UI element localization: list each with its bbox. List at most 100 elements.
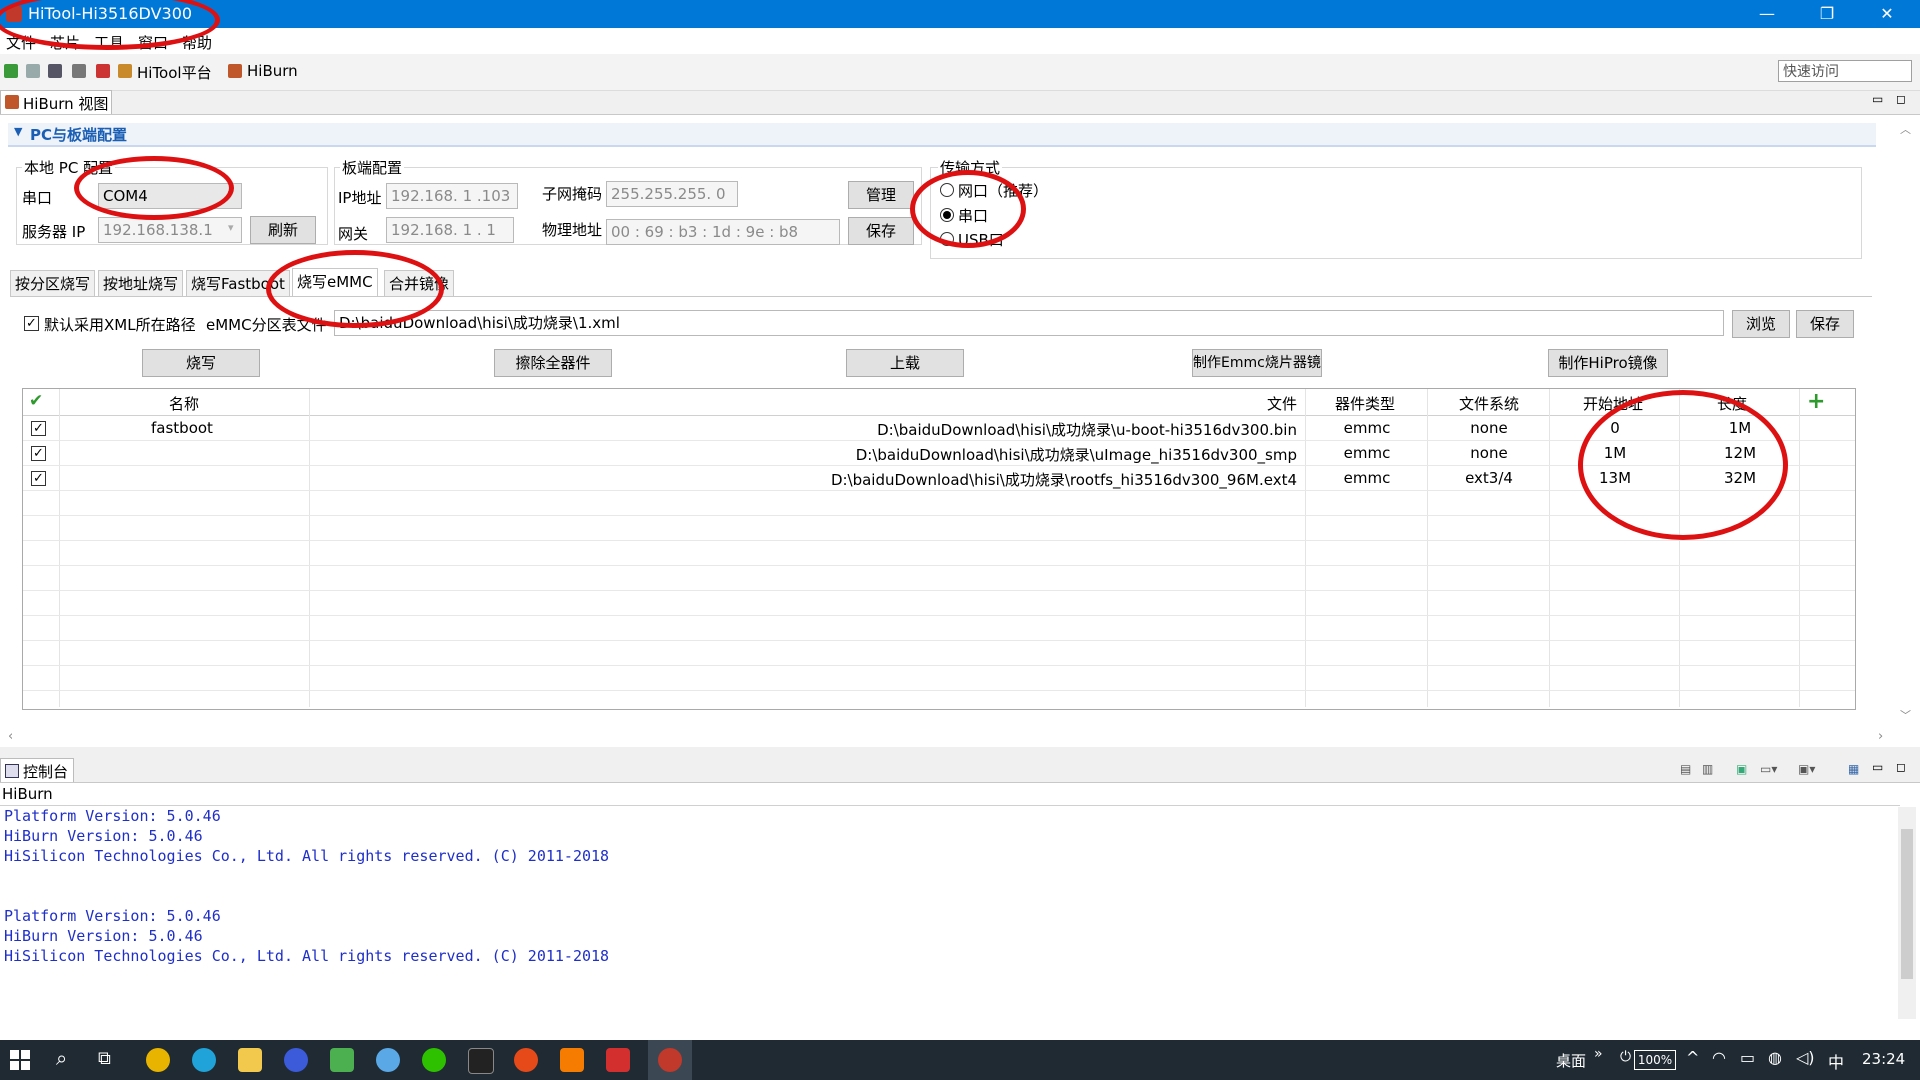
console-scrollbar[interactable]	[1898, 807, 1916, 1019]
burn-button[interactable]: 烧写	[142, 349, 260, 377]
hitool-taskbar-icon[interactable]	[658, 1048, 682, 1072]
notepad-icon[interactable]	[330, 1048, 354, 1072]
header-device[interactable]: 器件类型	[1335, 393, 1395, 414]
hitool-platform-link[interactable]: HiTool平台	[137, 62, 212, 83]
emmc-save-button[interactable]: 保存	[1796, 310, 1854, 338]
collapse-icon[interactable]: ▼	[14, 125, 22, 138]
gateway-input[interactable]: 192.168. 1 . 1	[386, 217, 514, 243]
wechat-icon[interactable]	[422, 1048, 446, 1072]
transfer-icon[interactable]	[96, 64, 110, 78]
refresh-button[interactable]: 刷新	[250, 216, 316, 244]
scroll-down-icon[interactable]: ﹀	[1900, 707, 1911, 723]
hiburn-view-tab[interactable]: HiBurn 视图	[0, 90, 112, 115]
view-maximize-icon[interactable]: ◻	[1896, 92, 1906, 106]
disconnect-icon[interactable]	[26, 64, 40, 78]
row-checkbox[interactable]: ✓	[31, 471, 46, 486]
console-scroll-thumb[interactable]	[1901, 829, 1913, 979]
tab-merge-image[interactable]: 合并镜像	[384, 270, 455, 296]
header-fs[interactable]: 文件系统	[1459, 393, 1519, 414]
manage-button[interactable]: 管理	[848, 181, 914, 209]
wps-icon[interactable]	[606, 1048, 630, 1072]
mac-input[interactable]: 00 : 69 : b3 : 1d : 9e : b8	[606, 219, 840, 245]
ime-indicator[interactable]: 中	[1828, 1049, 1844, 1073]
app-icon-red[interactable]	[514, 1048, 538, 1072]
clock[interactable]: 23:24	[1862, 1050, 1905, 1068]
radio-usb-label[interactable]: USB口	[958, 229, 1004, 250]
tab-fastboot-burn[interactable]: 烧写Fastboot	[186, 270, 290, 296]
server-ip-select[interactable]: 192.168.138.1	[98, 217, 242, 243]
make-hipro-image-button[interactable]: 制作HiPro镜像	[1548, 349, 1668, 377]
pin-console-icon[interactable]: ▣	[1736, 762, 1747, 776]
header-length[interactable]: 长度	[1717, 393, 1747, 414]
row-checkbox[interactable]: ✓	[31, 446, 46, 461]
browser-icon[interactable]	[376, 1048, 400, 1072]
minimize-button[interactable]: —	[1744, 0, 1790, 28]
edge-icon[interactable]	[192, 1048, 216, 1072]
app-icon-orange[interactable]	[560, 1048, 584, 1072]
console-area[interactable]: HiBurn Platform Version: 5.0.46 HiBurn V…	[0, 782, 1920, 1041]
make-emmc-image-button[interactable]: 制作Emmc烧片器镜像	[1192, 349, 1322, 377]
notification-app-icon[interactable]: ◍	[1768, 1048, 1782, 1067]
app-icon-blue[interactable]	[284, 1048, 308, 1072]
console-tab[interactable]: 控制台	[0, 758, 74, 783]
show-hidden-icon[interactable]: »	[1594, 1046, 1603, 1062]
header-name[interactable]: 名称	[169, 393, 199, 414]
scroll-right-icon[interactable]: ›	[1878, 729, 1883, 744]
maximize-button[interactable]: ❐	[1804, 0, 1850, 28]
battery-indicator[interactable]: 100%	[1634, 1050, 1676, 1070]
console-maximize-icon[interactable]: ◻	[1896, 760, 1906, 774]
start-icon[interactable]	[10, 1050, 30, 1070]
tab-partition-burn[interactable]: 按分区烧写	[10, 270, 96, 296]
radio-ethernet[interactable]	[940, 183, 954, 197]
close-button[interactable]: ✕	[1864, 0, 1910, 28]
radio-serial-label[interactable]: 串口	[958, 205, 988, 226]
hiburn-icon[interactable]	[228, 64, 242, 78]
file-explorer-icon[interactable]	[238, 1048, 262, 1072]
open-console-icon[interactable]: ▣▾	[1798, 762, 1815, 776]
radio-ethernet-label[interactable]: 网口（推荐）	[958, 180, 1048, 201]
menu-window[interactable]: 窗口	[138, 32, 168, 53]
console-minimize-icon[interactable]: ▭	[1872, 760, 1883, 774]
scroll-lock-icon[interactable]: ▥	[1702, 762, 1713, 776]
board-save-button[interactable]: 保存	[848, 217, 914, 245]
wifi-icon[interactable]: ◠	[1712, 1048, 1726, 1067]
view-minimize-icon[interactable]: ▭	[1872, 92, 1883, 106]
chip-icon[interactable]	[48, 64, 62, 78]
hiburn-link[interactable]: HiBurn	[247, 62, 298, 80]
radio-usb[interactable]	[940, 232, 954, 246]
display-console-icon[interactable]: ▭▾	[1760, 762, 1777, 776]
header-start[interactable]: 开始地址	[1583, 393, 1643, 414]
menu-file[interactable]: 文件	[6, 32, 36, 53]
battery-icon[interactable]: ▭	[1740, 1048, 1755, 1067]
terminal-icon[interactable]	[468, 1048, 494, 1074]
emmc-table-path-input[interactable]: D:\baiduDownload\hisi\成功烧录\1.xml	[334, 310, 1724, 336]
active-app-slot[interactable]	[648, 1040, 692, 1080]
serial-select[interactable]: COM4	[98, 183, 242, 209]
erase-all-button[interactable]: 擦除全器件	[494, 349, 612, 377]
tab-address-burn[interactable]: 按地址烧写	[98, 270, 184, 296]
radio-serial[interactable]	[940, 208, 954, 222]
scroll-left-icon[interactable]: ‹	[8, 729, 13, 744]
menu-tools[interactable]: 工具	[94, 32, 124, 53]
menu-chip[interactable]: 芯片	[50, 32, 80, 53]
quick-access-input[interactable]: 快速访问	[1778, 60, 1912, 82]
xml-path-checkbox[interactable]: ✓	[24, 316, 39, 331]
upload-button[interactable]: 上载	[846, 349, 964, 377]
connect-icon[interactable]	[4, 64, 18, 78]
select-all-check-icon[interactable]: ✔	[29, 391, 43, 411]
browse-button[interactable]: 浏览	[1732, 310, 1790, 338]
search-icon[interactable]: ⌕	[56, 1046, 67, 1070]
chevron-up-icon[interactable]: ^	[1686, 1048, 1699, 1067]
console-view-menu-icon[interactable]: ▦	[1848, 762, 1859, 776]
subnet-input[interactable]: 255.255.255. 0	[606, 181, 738, 207]
section-header[interactable]: ▼ PC与板端配置	[8, 123, 1876, 147]
add-row-icon[interactable]: +	[1807, 389, 1825, 414]
header-file[interactable]: 文件	[1267, 393, 1297, 414]
tab-emmc-burn[interactable]: 烧写eMMC	[292, 268, 378, 296]
server-ip-dropdown-icon[interactable]: ▾	[228, 221, 234, 234]
row-checkbox[interactable]: ✓	[31, 421, 46, 436]
task-view-icon[interactable]: ⧉	[98, 1048, 111, 1069]
menu-help[interactable]: 帮助	[182, 32, 212, 53]
ip-input[interactable]: 192.168. 1 .103	[386, 183, 518, 209]
settings-icon[interactable]	[72, 64, 86, 78]
